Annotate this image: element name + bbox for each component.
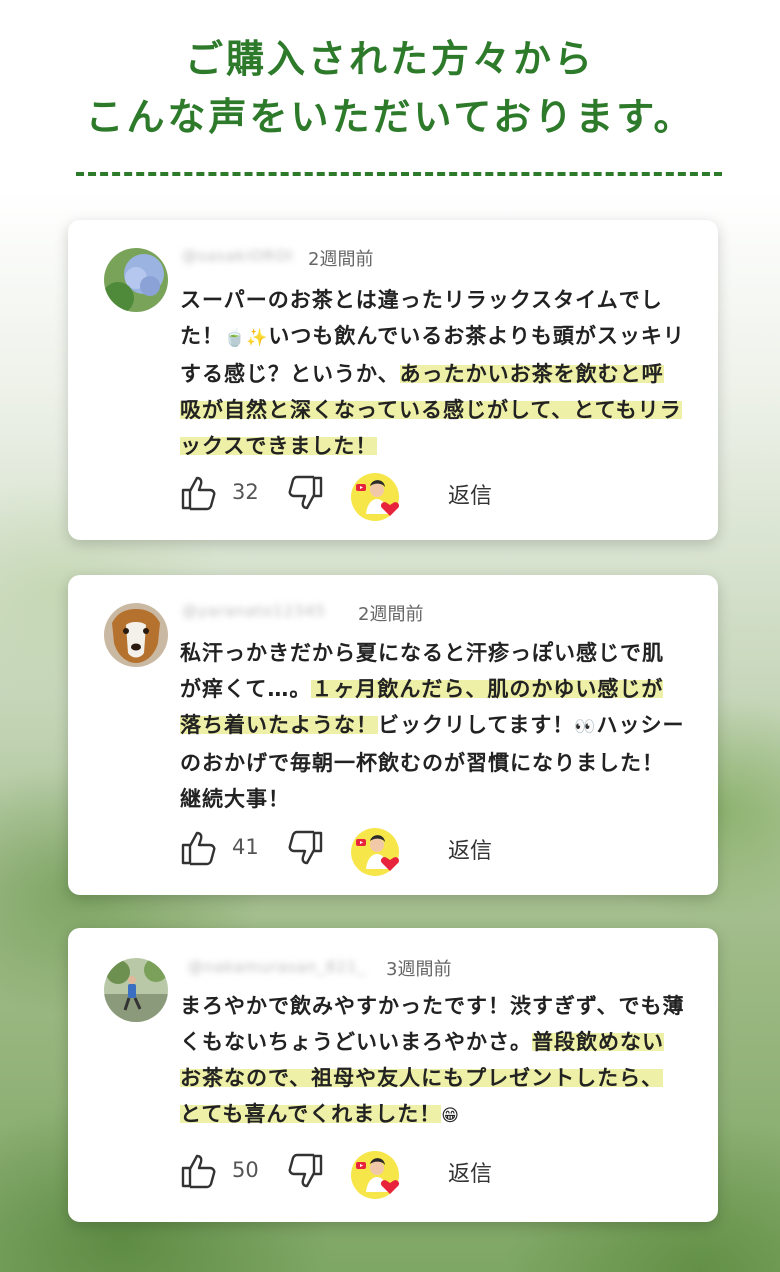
timestamp: 2週間前 <box>308 249 374 270</box>
comment-card: @yaranato12345 2週間前 私汗っかきだから夏になると汗疹っぽい感じ… <box>68 575 718 895</box>
reply-button[interactable]: 返信 <box>448 478 492 510</box>
creator-heart-badge <box>351 828 400 876</box>
comment-actions: 41 返信 <box>180 827 600 876</box>
creator-heart-badge <box>351 473 400 521</box>
creator-heart-badge <box>351 1151 400 1199</box>
like-count: 32 <box>232 480 259 504</box>
tea-sparkle-emoji: 🍵✨ <box>224 328 269 348</box>
thumbs-down-icon[interactable] <box>286 829 324 867</box>
avatar <box>104 958 168 1022</box>
section-heading: ご購入された方々から こんな声をいただいております。 <box>0 30 780 146</box>
comment-actions: 32 返信 <box>180 472 600 521</box>
avatar <box>104 603 168 667</box>
grin-emoji: 😁 <box>441 1106 461 1126</box>
thumbs-up-icon[interactable] <box>180 829 218 867</box>
timestamp: 3週間前 <box>386 959 452 980</box>
comment-text: スーパーのお茶とは違ったリラックスタイムでした！🍵✨いつも飲んでいるお茶よりも頭… <box>180 282 685 464</box>
username: @nakamurasan_821_ <box>188 958 366 976</box>
heading-line-2: こんな声をいただいております。 <box>85 94 695 139</box>
reply-button[interactable]: 返信 <box>448 1156 492 1188</box>
reply-button[interactable]: 返信 <box>448 833 492 865</box>
dashed-divider <box>76 172 722 176</box>
comment-card: @sasakiOROI 2週間前 スーパーのお茶とは違ったリラックスタイムでした… <box>68 220 718 540</box>
thumbs-up-icon[interactable] <box>180 474 218 512</box>
comment-text-part: ビックリしてます！ <box>378 713 575 737</box>
avatar <box>104 248 168 312</box>
username: @sasakiOROI <box>182 247 294 265</box>
thumbs-up-icon[interactable] <box>180 1152 218 1190</box>
like-count: 50 <box>232 1158 259 1182</box>
comment-card: @nakamurasan_821_ 3週間前 まろやかで飲みやすかったです！渋す… <box>68 928 718 1222</box>
comment-actions: 50 返信 <box>180 1150 600 1199</box>
username: @yaranato12345 <box>182 602 326 620</box>
comment-text: まろやかで飲みやすかったです！渋すぎず、でも薄くもないちょうどいいまろやかさ。普… <box>180 988 685 1134</box>
eyes-emoji: 👀 <box>574 717 597 737</box>
timestamp: 2週間前 <box>358 604 424 625</box>
comment-text: 私汗っかきだから夏になると汗疹っぽい感じで肌が痒くて…。１ヶ月飲んだら、肌のかゆ… <box>180 635 685 817</box>
like-count: 41 <box>232 835 259 859</box>
thumbs-down-icon[interactable] <box>286 1152 324 1190</box>
thumbs-down-icon[interactable] <box>286 474 324 512</box>
heading-line-1: ご購入された方々から <box>184 36 595 81</box>
